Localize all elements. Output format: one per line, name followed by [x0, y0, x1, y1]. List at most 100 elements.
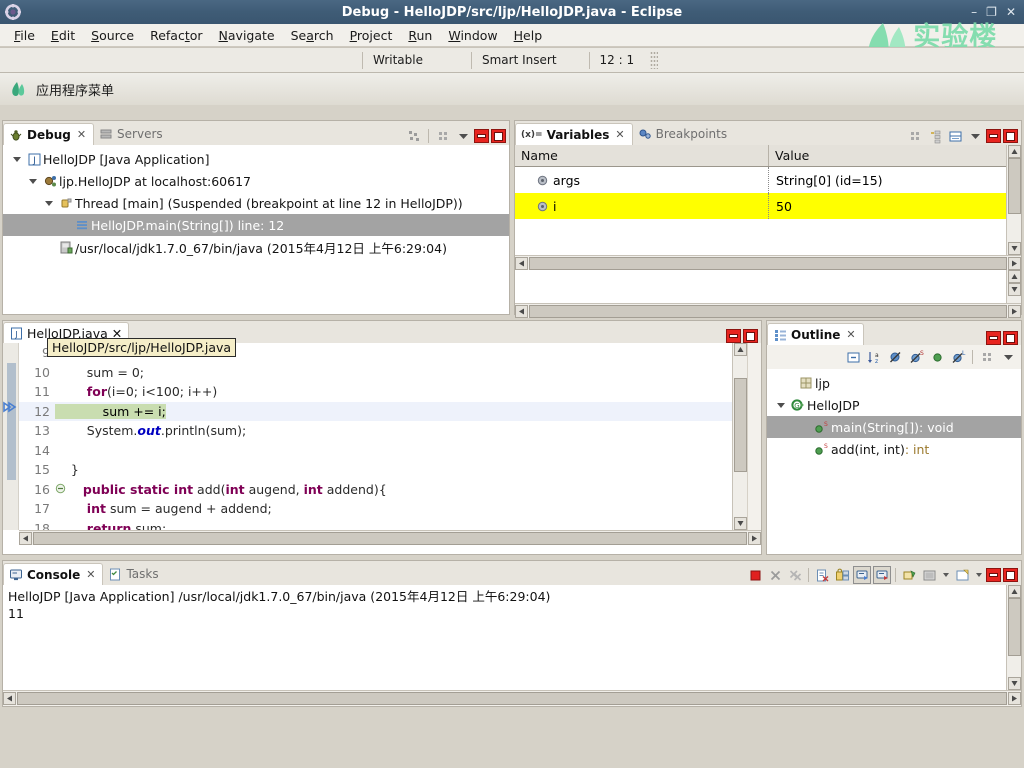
outline-item-package[interactable]: ljp — [767, 372, 1021, 394]
scroll-right-arrow[interactable] — [748, 531, 761, 545]
maximize-window-button[interactable]: ❐ — [986, 6, 997, 18]
maximize-button[interactable] — [743, 329, 758, 343]
debug-tree-item-thread[interactable]: Thread [main] (Suspended (breakpoint at … — [3, 192, 509, 214]
console-output-area[interactable]: HelloJDP [Java Application] /usr/local/j… — [3, 585, 1006, 690]
outline-item-add[interactable]: S add(int, int) : int — [767, 438, 1021, 460]
tab-console[interactable]: Console ✕ — [3, 563, 104, 585]
view-menu-icon[interactable] — [999, 348, 1017, 366]
collapse-all-icon[interactable] — [926, 127, 944, 145]
tab-outline-close[interactable]: ✕ — [846, 328, 855, 341]
status-grip[interactable] — [650, 51, 659, 69]
tab-variables-close[interactable]: ✕ — [615, 128, 624, 141]
scrollbar-thumb-h[interactable] — [33, 531, 747, 545]
maximize-button[interactable] — [1003, 331, 1018, 345]
scroll-up-arrow[interactable] — [1007, 145, 1021, 158]
taskbar-app-menu-label[interactable]: 应用程序菜单 — [36, 80, 114, 99]
scrollbar-thumb[interactable] — [733, 378, 747, 472]
scroll-left-arrow[interactable] — [515, 304, 528, 318]
remove-all-launches-icon[interactable] — [786, 566, 804, 584]
tab-tasks[interactable]: Tasks — [103, 563, 165, 585]
variables-row-i[interactable]: i 50 — [515, 193, 1006, 219]
view-menu-icon[interactable] — [454, 127, 472, 145]
editor-marker-ruler[interactable] — [3, 343, 19, 530]
scroll-right-arrow[interactable] — [1008, 256, 1021, 270]
scroll-down-arrow[interactable] — [1007, 677, 1021, 690]
scroll-left-arrow[interactable] — [515, 256, 528, 270]
fold-collapse-icon[interactable] — [55, 482, 67, 497]
maximize-button[interactable] — [1003, 568, 1018, 582]
pin-console-icon[interactable] — [434, 127, 452, 145]
link-editor-icon[interactable] — [978, 348, 996, 366]
minimize-button[interactable] — [986, 129, 1001, 143]
twisty-open-icon[interactable] — [25, 179, 41, 184]
variables-horizontal-scrollbar[interactable] — [515, 255, 1021, 270]
scrollbar-thumb-h[interactable] — [17, 691, 1007, 705]
menu-edit[interactable]: Edit — [43, 26, 83, 45]
column-header-name[interactable]: Name — [515, 145, 769, 166]
menu-help[interactable]: Help — [506, 26, 551, 45]
scroll-up-arrow[interactable] — [733, 343, 747, 356]
tab-variables[interactable]: (x)= Variables ✕ — [515, 123, 633, 145]
debug-tree-item-launch[interactable]: J HelloJDP [Java Application] — [3, 148, 509, 170]
scroll-right-arrow[interactable] — [1008, 691, 1021, 705]
menu-search[interactable]: Search — [283, 26, 342, 45]
scrollbar-thumb[interactable] — [1007, 598, 1021, 656]
display-console-icon[interactable] — [920, 566, 938, 584]
minimize-button[interactable] — [986, 331, 1001, 345]
pin-console-icon[interactable] — [900, 566, 918, 584]
column-header-value[interactable]: Value — [769, 145, 1006, 166]
scroll-left-arrow[interactable] — [3, 691, 16, 705]
editor-vertical-scrollbar[interactable] — [732, 343, 747, 530]
view-menu-icon[interactable] — [966, 127, 984, 145]
detail-horizontal-scrollbar[interactable] — [515, 303, 1021, 318]
hide-non-public-icon[interactable] — [928, 348, 946, 366]
collapse-all-icon[interactable] — [844, 348, 862, 366]
maximize-button[interactable] — [1003, 129, 1018, 143]
outline-item-class[interactable]: G HelloJDP — [767, 394, 1021, 416]
editor-code-area[interactable]: 9 10 sum = 0; 11 for(i=0; i<100; i++) 12… — [19, 343, 732, 530]
show-console-on-output-icon[interactable] — [853, 566, 871, 584]
scrollbar-thumb-h[interactable] — [529, 256, 1007, 270]
twisty-open-icon[interactable] — [773, 403, 789, 408]
scroll-up-arrow[interactable] — [1007, 585, 1021, 598]
menu-file[interactable]: File — [6, 26, 43, 45]
minimize-window-button[interactable]: – — [971, 6, 977, 18]
editor-overview-ruler[interactable] — [747, 343, 761, 530]
sort-alpha-icon[interactable]: az — [865, 348, 883, 366]
scroll-down-arrow[interactable] — [1007, 242, 1021, 255]
editor-horizontal-scrollbar[interactable] — [19, 530, 761, 545]
collapse-stack-icon[interactable] — [405, 127, 423, 145]
minimize-button[interactable] — [986, 568, 1001, 582]
debug-tree-item-target[interactable]: ljp.HelloJDP at localhost:60617 — [3, 170, 509, 192]
hide-static-icon[interactable]: S — [907, 348, 925, 366]
tab-console-close[interactable]: ✕ — [86, 568, 95, 581]
open-console-dropdown[interactable] — [973, 565, 984, 585]
menu-window[interactable]: Window — [440, 26, 505, 45]
scroll-down-arrow[interactable] — [1007, 283, 1021, 296]
display-dropdown[interactable] — [940, 565, 951, 585]
open-console-icon[interactable] — [953, 566, 971, 584]
menu-run[interactable]: Run — [400, 26, 440, 45]
scrollbar-thumb[interactable] — [1007, 158, 1021, 214]
detail-pane-icon[interactable] — [946, 127, 964, 145]
clear-console-icon[interactable] — [813, 566, 831, 584]
variables-detail-pane[interactable] — [515, 270, 1006, 303]
menu-navigate[interactable]: Navigate — [211, 26, 283, 45]
twisty-open-icon[interactable] — [9, 157, 25, 162]
hide-fields-icon[interactable] — [886, 348, 904, 366]
debug-tree-item-process[interactable]: /usr/local/jdk1.7.0_67/bin/java (2015年4月… — [3, 236, 509, 258]
tab-servers[interactable]: Servers — [94, 123, 170, 145]
scroll-down-arrow[interactable] — [733, 517, 747, 530]
show-console-on-error-icon[interactable] — [873, 566, 891, 584]
scroll-right-arrow[interactable] — [1008, 304, 1021, 318]
lock-scroll-icon[interactable] — [833, 566, 851, 584]
tab-breakpoints[interactable]: Breakpoints — [633, 123, 734, 145]
close-window-button[interactable]: ✕ — [1006, 6, 1016, 18]
scroll-up-arrow[interactable] — [1007, 270, 1021, 283]
tab-debug-close[interactable]: ✕ — [77, 128, 86, 141]
menu-project[interactable]: Project — [342, 26, 401, 45]
detail-vertical-scrollbar[interactable] — [1006, 270, 1021, 303]
console-horizontal-scrollbar[interactable] — [3, 690, 1021, 705]
show-logical-structure-icon[interactable] — [906, 127, 924, 145]
menu-refactor[interactable]: Refactor — [142, 26, 210, 45]
